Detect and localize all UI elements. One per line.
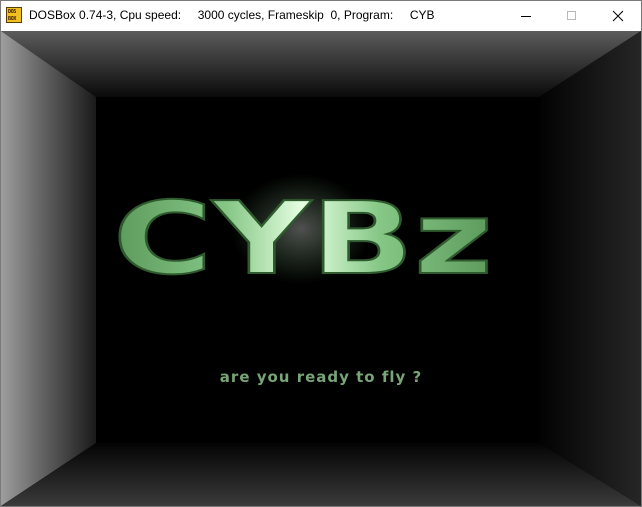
- maximize-button[interactable]: [549, 1, 595, 31]
- icon-text-line2: BOX: [8, 16, 17, 22]
- window-title: DOSBox 0.74-3, Cpu speed: 3000 cycles, F…: [29, 8, 435, 22]
- logo-text: CYBz: [113, 180, 493, 297]
- close-icon: [612, 10, 624, 22]
- close-button[interactable]: [595, 1, 641, 31]
- dosbox-window: DOS BOX DOSBox 0.74-3, Cpu speed: 3000 c…: [0, 0, 642, 507]
- corridor-floor: [1, 443, 641, 506]
- title-bar[interactable]: DOS BOX DOSBox 0.74-3, Cpu speed: 3000 c…: [1, 1, 641, 31]
- dosbox-icon[interactable]: DOS BOX: [6, 7, 22, 23]
- cybz-logo: CYBz: [112, 174, 494, 298]
- corridor-left-wall: [1, 31, 96, 506]
- corridor-right-wall: [539, 31, 641, 506]
- minimize-button[interactable]: [503, 1, 549, 31]
- icon-text-line1: DOS: [8, 9, 17, 15]
- minimize-icon: [521, 16, 531, 17]
- corridor-scene: CYBz: [1, 31, 641, 506]
- corridor-ceiling: [1, 31, 641, 97]
- maximize-icon: [567, 11, 576, 20]
- game-screen[interactable]: CYBz are you ready to fly ?: [1, 31, 641, 506]
- tagline: are you ready to fly ?: [219, 368, 423, 386]
